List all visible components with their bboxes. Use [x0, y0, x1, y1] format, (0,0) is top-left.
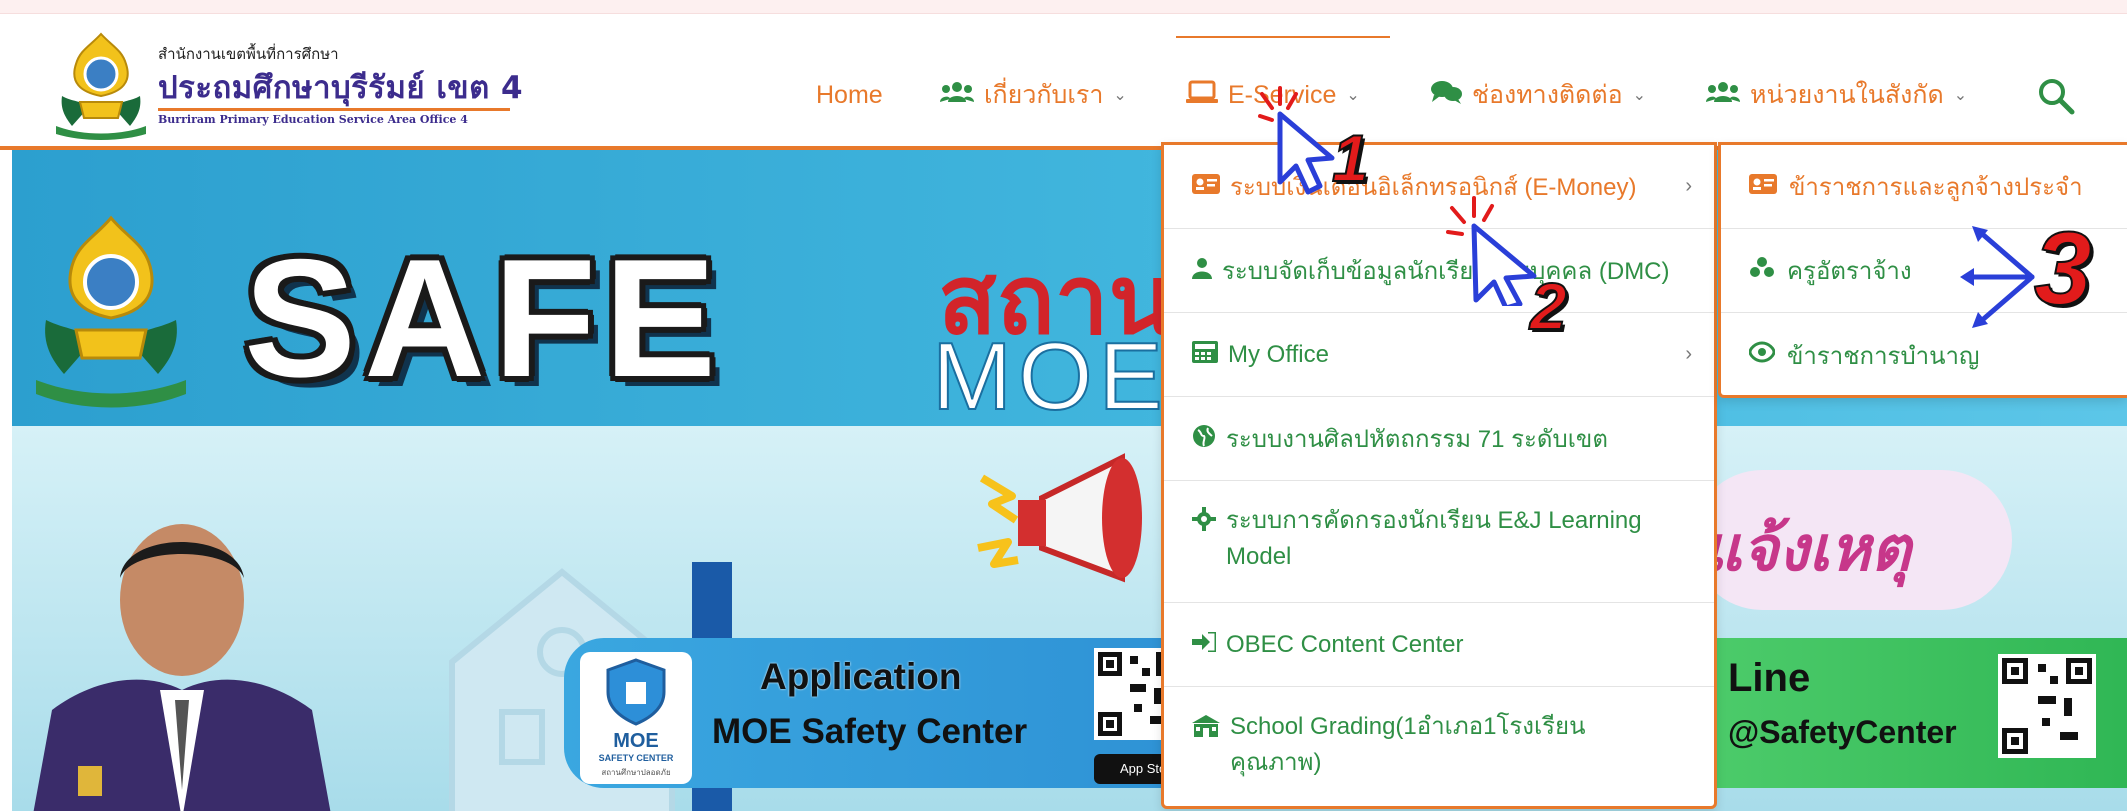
- safety-center-label: SAFETY CENTER: [598, 753, 674, 763]
- app-title: Application: [760, 656, 962, 697]
- school-icon: [1192, 713, 1220, 749]
- submenu-item-label: ข้าราชการบำนาญ: [1787, 342, 1980, 370]
- eye-icon: [1748, 341, 1776, 369]
- line-subtitle: @SafetyCenter: [1728, 714, 1957, 750]
- laptop-icon: [1186, 80, 1218, 111]
- menu-item-e-money[interactable]: ระบบเงินเดือนอิเล็กทรอนิกส์ (E-Money) ›: [1164, 145, 1714, 229]
- nav-contact-label: ช่องทางติดต่อ: [1472, 81, 1623, 109]
- chevron-right-icon: ›: [1685, 343, 1692, 365]
- megaphone-illustration: [977, 453, 1142, 583]
- logo-english-name: Burriram Primary Education Service Area …: [158, 113, 468, 126]
- user-icon: [1192, 257, 1212, 285]
- eservice-dropdown-menu: ระบบเงินเดือนอิเล็กทรอนิกส์ (E-Money) › …: [1161, 142, 1717, 809]
- sign-in-icon: [1192, 630, 1218, 658]
- nav-home-label: Home: [816, 80, 883, 109]
- cursor-pointer-icon-1: [1258, 86, 1335, 195]
- chevron-down-icon: ⌄: [1113, 87, 1127, 104]
- banner-emblem-logo: [36, 215, 186, 408]
- site-header: สำนักงานเขตพื้นที่การศึกษา ประถมศึกษาบุร…: [0, 14, 2127, 150]
- moe-label: MOE: [613, 730, 659, 752]
- menu-item-label: My Office: [1228, 340, 1329, 368]
- nav-active-indicator: [1176, 36, 1390, 38]
- nav-home[interactable]: Home: [816, 78, 883, 112]
- app-subtitle: MOE Safety Center: [712, 712, 1028, 751]
- report-text: แจ้งเหตุ: [1702, 512, 1911, 585]
- nav-units[interactable]: หน่วยงานในสังกัด ⌄: [1706, 78, 1967, 112]
- nav-about-label: เกี่ยวกับเรา: [984, 81, 1104, 109]
- calculator-icon: [1192, 340, 1218, 369]
- id-card-icon: [1749, 173, 1777, 200]
- menu-item-label: School Grading(1อำเภอ1โรงเรียนคุณภาพ): [1230, 713, 1586, 776]
- logo-underline: [158, 108, 510, 111]
- chat-bubbles-icon: [1430, 80, 1462, 111]
- users-icon: [940, 80, 974, 111]
- logo-title[interactable]: ประถมศึกษาบุรีรัมย์ เขต 4: [158, 62, 523, 112]
- shield-icon: [606, 658, 666, 726]
- menu-item-arts-crafts[interactable]: ระบบงานศิลปหัตถกรรม 71 ระดับเขต: [1164, 397, 1714, 481]
- menu-item-label: ระบบการคัดกรองนักเรียน E&J Learning Mode…: [1226, 507, 1642, 570]
- annotation-number-2: 2: [1529, 268, 1568, 344]
- menu-item-ej-learning[interactable]: ระบบการคัดกรองนักเรียน E&J Learning Mode…: [1164, 481, 1714, 603]
- gear-icon: [1192, 507, 1216, 543]
- chevron-down-icon: ⌄: [1953, 87, 1968, 104]
- submenu-item-label: ครูอัตราจ้าง: [1787, 258, 1912, 285]
- menu-item-school-grading[interactable]: School Grading(1อำเภอ1โรงเรียนคุณภาพ): [1164, 687, 1714, 809]
- menu-item-my-office[interactable]: My Office ›: [1164, 313, 1714, 397]
- id-card-icon: [1192, 173, 1220, 200]
- line-title: Line: [1728, 656, 1811, 700]
- users-icon: [1706, 80, 1740, 111]
- cursor-pointer-icon-2: [1446, 196, 1537, 306]
- submenu-item-label: ข้าราชการและลูกจ้างประจำ: [1789, 174, 2083, 201]
- triple-arrow-icon: [1960, 226, 2035, 328]
- menu-item-dmc[interactable]: ระบบจัดเก็บข้อมูลนักเรียนรายบุคคล (DMC): [1164, 229, 1714, 313]
- chevron-down-icon: ⌄: [1632, 87, 1647, 104]
- nav-units-label: หน่วยงานในสังกัด: [1750, 81, 1944, 109]
- annotation-number-1: 1: [1331, 120, 1370, 196]
- globe-icon: [1192, 424, 1216, 454]
- chevron-right-icon: ›: [1685, 175, 1692, 197]
- qr-code-image: [1998, 654, 2096, 758]
- top-strip: [0, 0, 2127, 14]
- banner-safe-title: SAFE: [244, 224, 725, 412]
- annotation-number-3: 3: [2033, 210, 2093, 328]
- menu-item-label: ระบบงานศิลปหัตถกรรม 71 ระดับเขต: [1226, 426, 1608, 453]
- safe-school-label: สถานศึกษาปลอดภัย: [601, 768, 671, 777]
- chevron-down-icon: ⌄: [1346, 87, 1360, 104]
- official-portrait: [33, 524, 331, 811]
- office-emblem-logo[interactable]: [52, 30, 150, 142]
- nav-about[interactable]: เกี่ยวกับเรา ⌄: [940, 78, 1127, 112]
- moe-safety-logo: MOE SAFETY CENTER สถานศึกษาปลอดภัย: [580, 652, 692, 784]
- nav-contact[interactable]: ช่องทางติดต่อ ⌄: [1430, 78, 1646, 112]
- menu-item-label: OBEC Content Center: [1226, 630, 1464, 658]
- users-icon: [1749, 256, 1775, 285]
- menu-item-obec-content[interactable]: OBEC Content Center: [1164, 603, 1714, 687]
- search-icon[interactable]: [2036, 76, 2076, 116]
